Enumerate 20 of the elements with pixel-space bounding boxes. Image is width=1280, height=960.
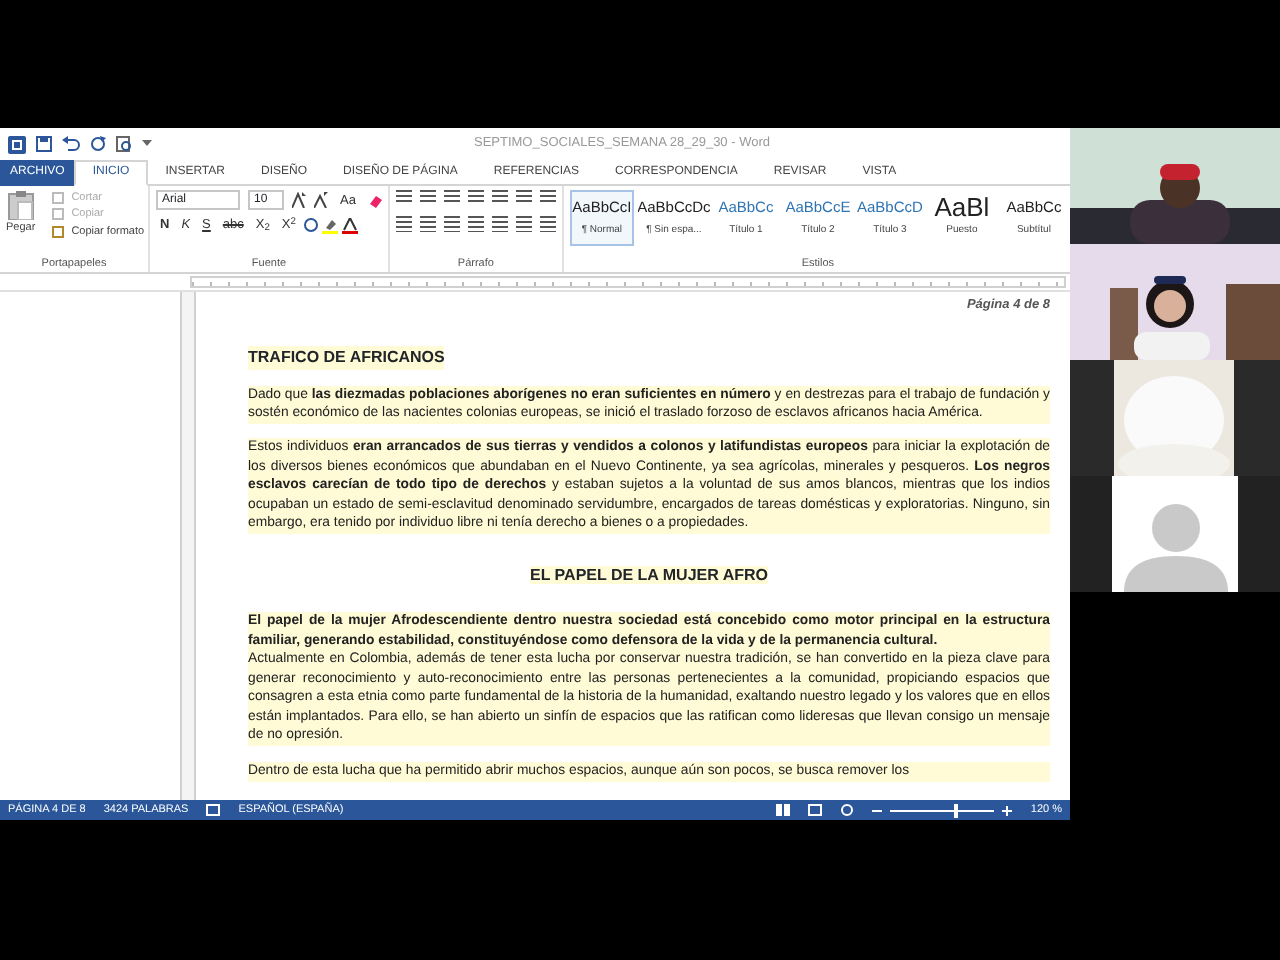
print-preview-icon[interactable] (116, 136, 132, 152)
save-icon[interactable] (36, 136, 52, 152)
heading: TRAFICO DE AFRICANOS (248, 345, 445, 370)
shrink-font-icon[interactable] (314, 192, 328, 208)
align-left-icon[interactable] (395, 216, 412, 232)
heading: EL PAPEL DE LA MUJER AFRO (530, 565, 768, 584)
highlighter-icon[interactable] (321, 217, 338, 233)
font-color-icon[interactable] (341, 217, 358, 233)
print-layout-icon[interactable] (808, 804, 823, 816)
avatar-icon (1123, 500, 1227, 592)
web-layout-icon[interactable] (840, 804, 855, 816)
eraser-icon[interactable] (367, 193, 382, 207)
zoom-in-icon[interactable] (1002, 805, 1013, 815)
justify-icon[interactable] (467, 216, 484, 232)
grow-font-icon[interactable] (292, 192, 306, 208)
dropdown-icon[interactable] (142, 140, 152, 148)
redo-icon[interactable] (90, 136, 106, 152)
undo-icon[interactable] (62, 136, 80, 152)
read-mode-icon[interactable] (776, 804, 791, 816)
word-logo-icon[interactable] (8, 135, 26, 153)
